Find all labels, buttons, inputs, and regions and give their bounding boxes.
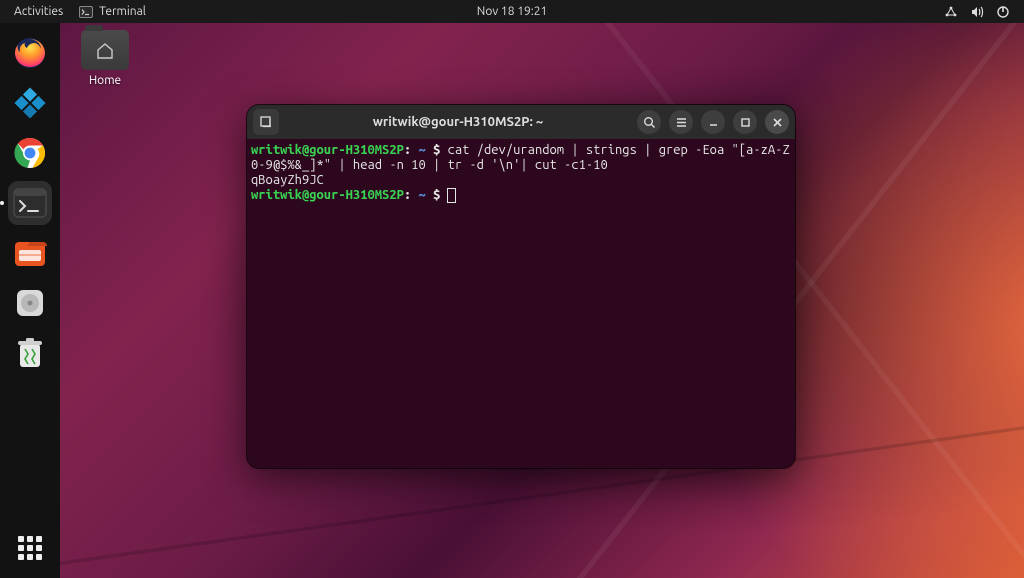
activities-button[interactable]: Activities: [8, 5, 69, 18]
dock-disks[interactable]: [8, 281, 52, 325]
dock-trash[interactable]: [8, 331, 52, 375]
firefox-icon: [13, 36, 47, 70]
kodi-icon: [14, 87, 46, 119]
dock: [0, 23, 60, 578]
window-titlebar[interactable]: writwik@gour-H310MS2P: ~: [247, 105, 795, 139]
window-title: writwik@gour-H310MS2P: ~: [285, 115, 631, 129]
terminal-icon: [13, 188, 47, 218]
prompt-path: ~: [411, 143, 426, 157]
clock[interactable]: Nov 18 19:21: [477, 5, 547, 18]
app-menu-label: Terminal: [99, 5, 146, 18]
search-button[interactable]: [637, 110, 661, 134]
dock-terminal[interactable]: [8, 181, 52, 225]
prompt-user-host: writwik@gour-H310MS2P: [251, 188, 404, 202]
dock-chrome[interactable]: [8, 131, 52, 175]
top-bar: Activities Terminal Nov 18 19:21: [0, 0, 1024, 23]
app-menu[interactable]: Terminal: [71, 5, 154, 18]
terminal-body[interactable]: writwik@gour-H310MS2P: ~ $ cat /dev/uran…: [247, 139, 795, 468]
trash-icon: [15, 336, 45, 370]
maximize-button[interactable]: [733, 110, 757, 134]
desktop-home-folder[interactable]: Home: [75, 30, 135, 87]
dock-firefox[interactable]: [8, 31, 52, 75]
desktop-home-label: Home: [89, 74, 121, 87]
prompt-path: ~: [411, 188, 426, 202]
terminal-cursor: [448, 189, 455, 202]
folder-icon: [81, 30, 129, 70]
power-icon: [996, 5, 1010, 19]
chrome-icon: [14, 137, 46, 169]
volume-icon: [970, 5, 984, 19]
apps-grid-icon: [18, 536, 42, 560]
network-icon: [944, 5, 958, 19]
show-applications-button[interactable]: [8, 526, 52, 570]
minimize-button[interactable]: [701, 110, 725, 134]
files-icon: [13, 238, 47, 268]
prompt-user-host: writwik@gour-H310MS2P: [251, 143, 404, 157]
new-tab-button[interactable]: [253, 109, 279, 135]
close-button[interactable]: [765, 110, 789, 134]
terminal-window: writwik@gour-H310MS2P: ~: [247, 105, 795, 468]
disks-icon: [14, 287, 46, 319]
dock-kodi[interactable]: [8, 81, 52, 125]
terminal-icon: [79, 6, 93, 18]
terminal-output: qBoayZh9JC: [251, 173, 324, 187]
hamburger-menu-button[interactable]: [669, 110, 693, 134]
dock-files[interactable]: [8, 231, 52, 275]
system-tray[interactable]: [944, 5, 1024, 19]
